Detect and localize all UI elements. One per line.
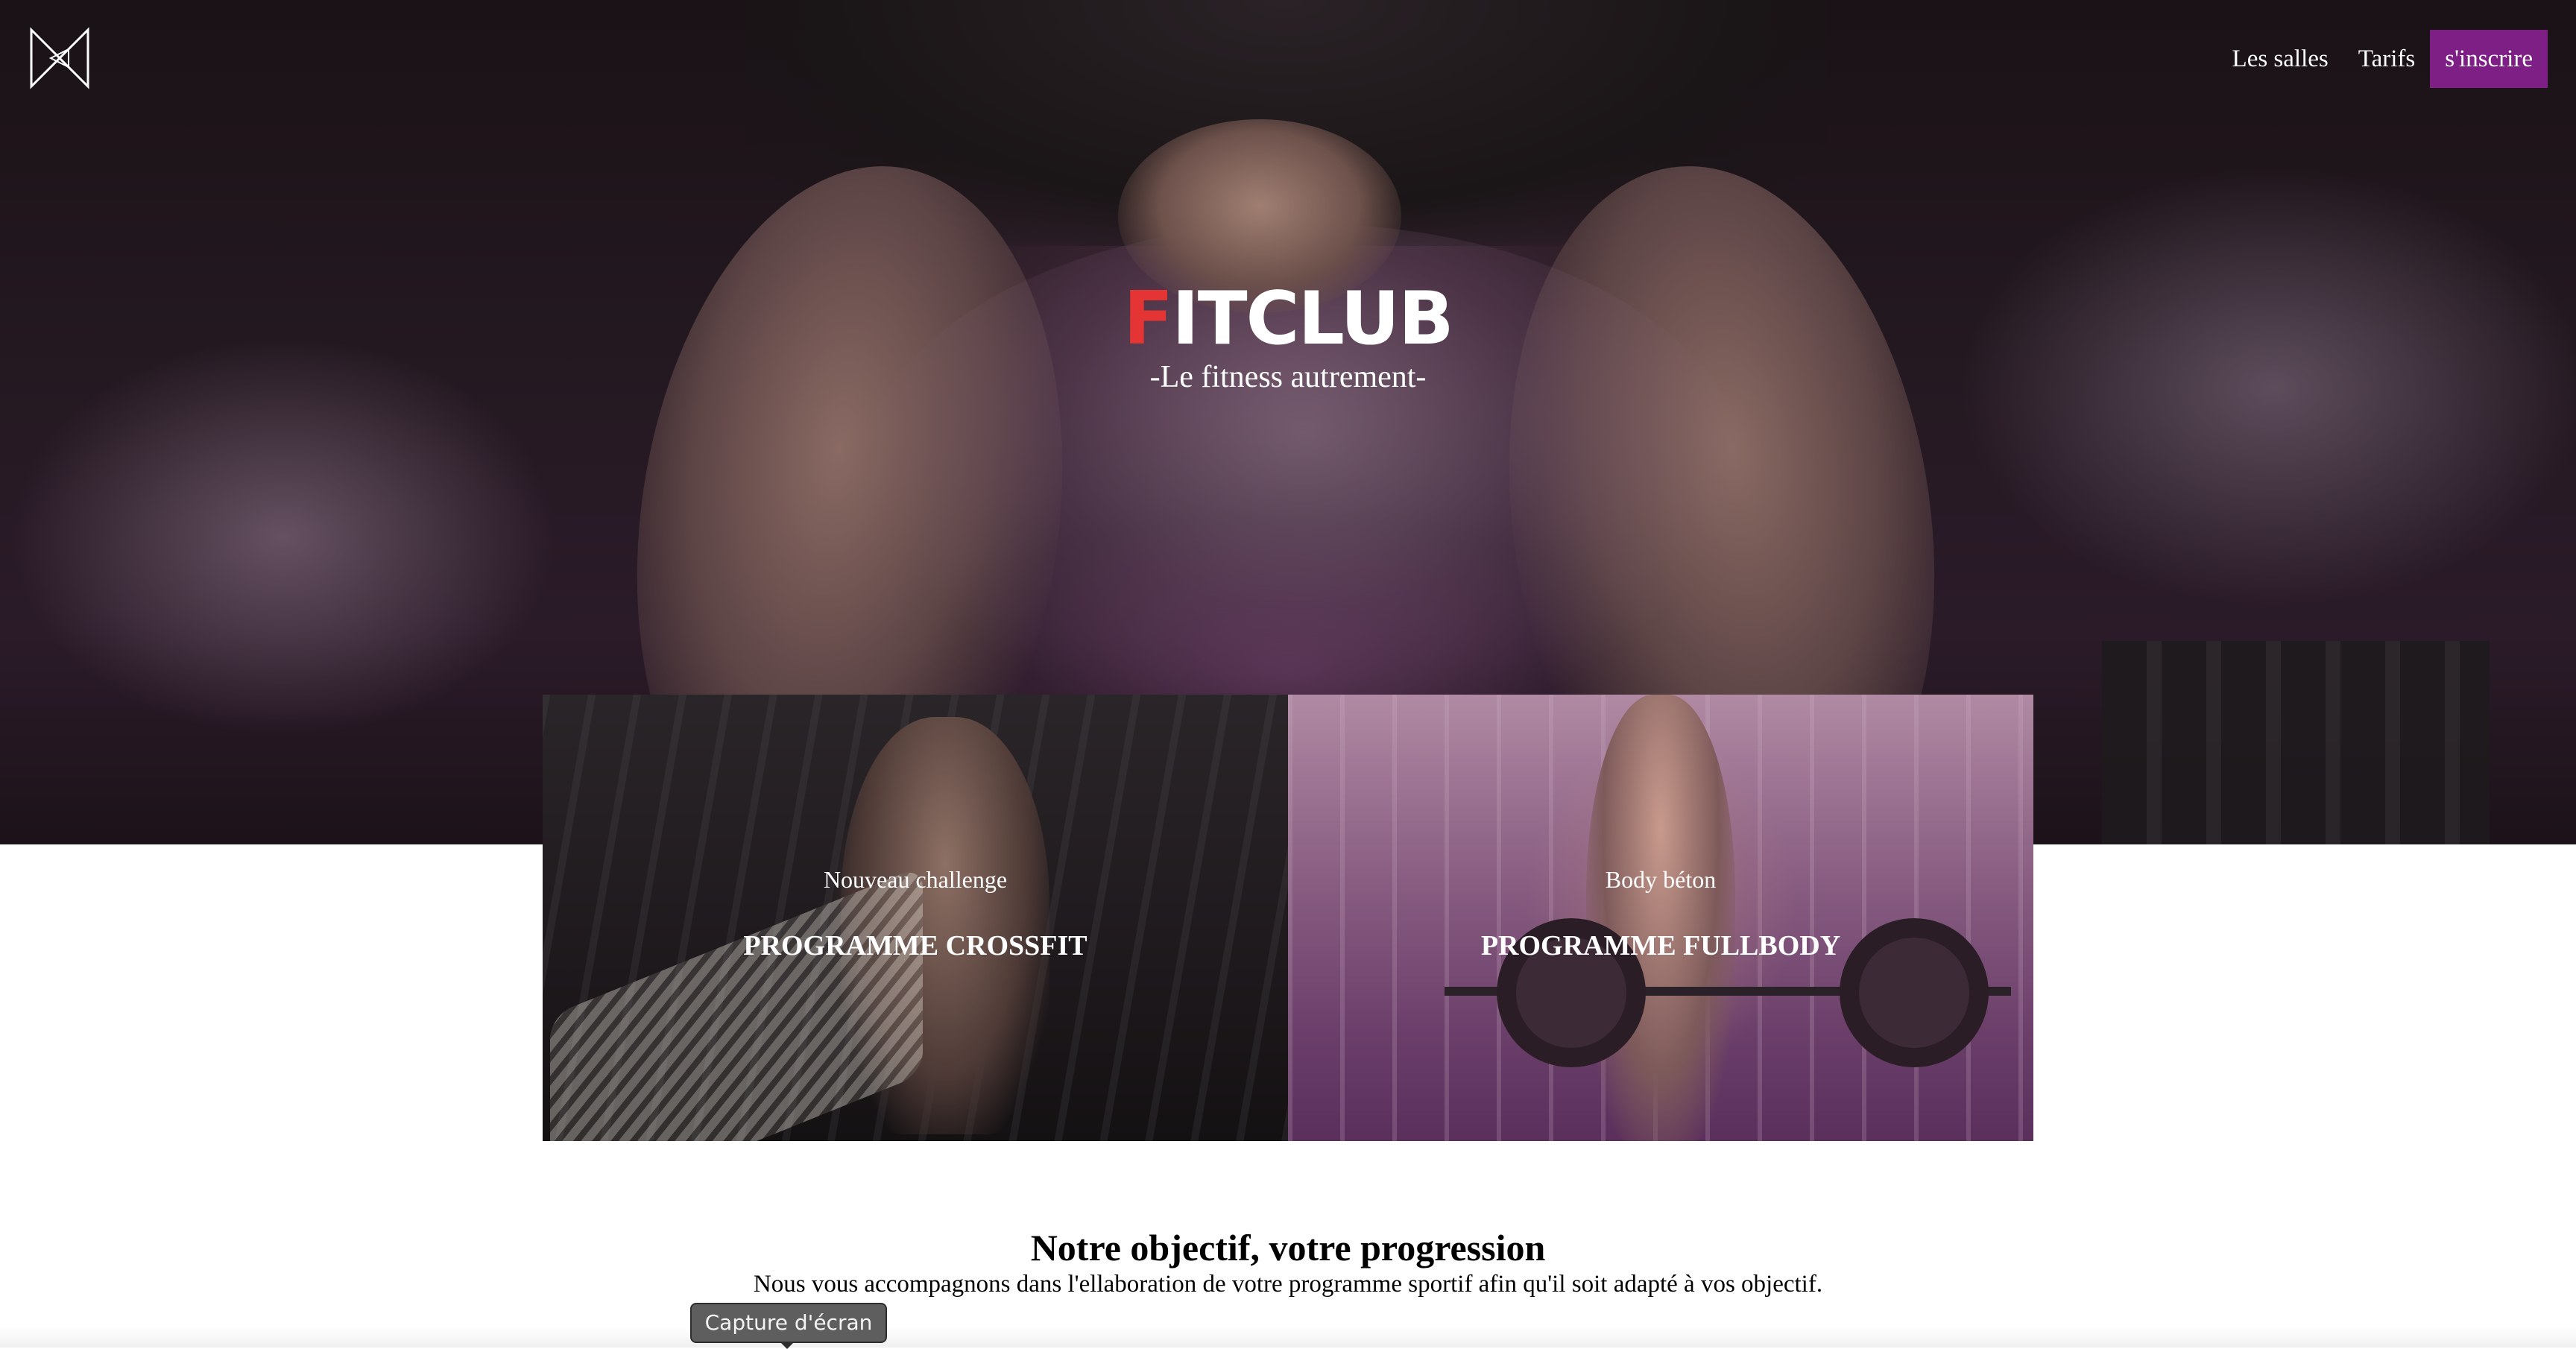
signup-button[interactable]: s'inscrire xyxy=(2430,30,2548,88)
objective-text: Nous vous accompagnons dans l'ellaborati… xyxy=(753,1271,1823,1298)
program-card-title: PROGRAMME FULLBODY xyxy=(1480,930,1841,961)
objective-title: Notre objectif, votre progression xyxy=(1030,1227,1546,1269)
main-nav: Les salles Tarifs s'inscrire xyxy=(2217,30,2548,88)
brand-title: FITCLUB xyxy=(0,274,2576,364)
bottom-edge-shadow xyxy=(0,1327,2576,1348)
screenshot-tooltip: Capture d'écran xyxy=(690,1303,887,1349)
program-card-crossfit[interactable]: Nouveau challenge PROGRAMME CROSSFIT xyxy=(543,695,1288,1141)
hero-tagline: -Le fitness autrement- xyxy=(1149,360,1427,394)
program-cards: Nouveau challenge PROGRAMME CROSSFIT Bod… xyxy=(543,695,2033,1141)
program-card-fullbody[interactable]: Body béton PROGRAMME FULLBODY xyxy=(1288,695,2033,1141)
brand-title-first-letter: F xyxy=(1123,277,1173,361)
program-card-subtitle: Body béton xyxy=(1605,866,1717,893)
bowtie-logo-icon[interactable] xyxy=(28,27,91,89)
program-card-title: PROGRAMME CROSSFIT xyxy=(743,930,1087,961)
fullbody-photo-athlete xyxy=(1586,695,1735,1141)
hero-photo-weight-plates xyxy=(2102,641,2490,844)
nav-link-les-salles[interactable]: Les salles xyxy=(2217,45,2343,73)
program-card-subtitle: Nouveau challenge xyxy=(823,866,1008,893)
nav-link-tarifs[interactable]: Tarifs xyxy=(2343,45,2431,73)
brand-title-rest: ITCLUB xyxy=(1172,277,1453,361)
